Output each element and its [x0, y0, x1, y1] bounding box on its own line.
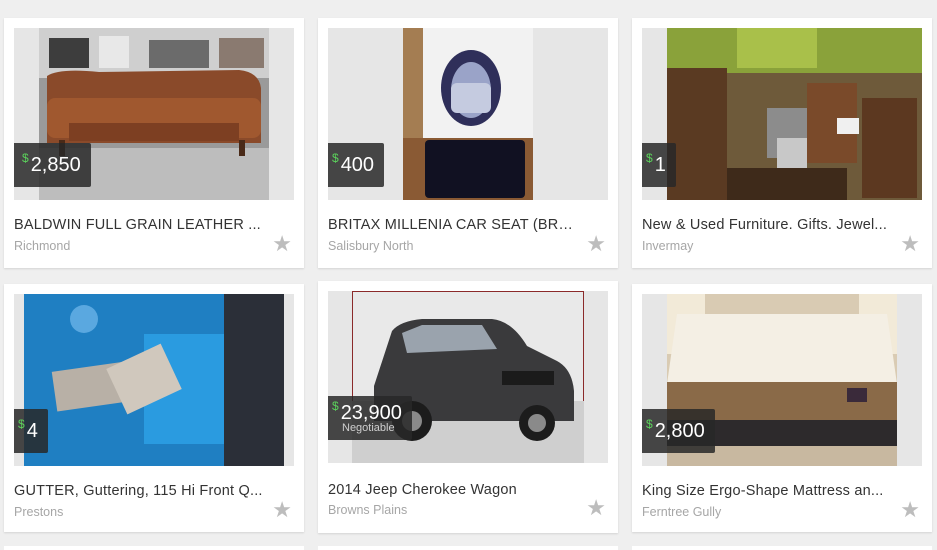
currency-symbol: $: [646, 417, 653, 431]
furniture-store-photo: [667, 28, 922, 200]
star-icon[interactable]: ★: [272, 233, 292, 255]
listing-image[interactable]: $ 400: [328, 28, 608, 200]
price-badge: $ 4: [14, 409, 48, 453]
price-amount: 2,850: [30, 153, 81, 176]
currency-symbol: $: [18, 417, 25, 431]
currency-symbol: $: [646, 151, 653, 165]
star-icon[interactable]: ★: [900, 233, 920, 255]
listing-title[interactable]: New & Used Furniture. Gifts. Jewel...: [642, 217, 892, 233]
listing-card[interactable]: $ 400 BRITAX MILLENIA CAR SEAT (BRA... S…: [318, 18, 618, 268]
listing-location: Ferntree Gully: [642, 505, 722, 519]
next-row-card-edge: [4, 546, 304, 550]
currency-symbol: $: [22, 151, 29, 165]
next-row-card-edge: [318, 546, 618, 550]
car-seat-photo: [403, 28, 533, 200]
listing-title[interactable]: 2014 Jeep Cherokee Wagon: [328, 482, 578, 498]
listing-title[interactable]: GUTTER, Guttering, 115 Hi Front Q...: [14, 483, 264, 499]
next-row-card-edge: [632, 546, 932, 550]
listing-card[interactable]: $ 4 GUTTER, Guttering, 115 Hi Front Q...…: [4, 284, 304, 532]
price-badge: $ 2,850: [14, 143, 91, 187]
price-amount: 400: [340, 153, 375, 176]
price-amount: 4: [26, 419, 38, 442]
currency-symbol: $: [332, 151, 339, 165]
star-icon[interactable]: ★: [586, 497, 606, 519]
listing-card[interactable]: $ 2,850 BALDWIN FULL GRAIN LEATHER ... R…: [4, 18, 304, 268]
listing-image[interactable]: $ 1: [642, 28, 922, 200]
listing-title[interactable]: BALDWIN FULL GRAIN LEATHER ...: [14, 217, 264, 233]
price-amount: 23,900: [340, 401, 402, 424]
star-icon[interactable]: ★: [272, 499, 292, 521]
listing-location: Invermay: [642, 239, 694, 253]
listing-image[interactable]: $ 4: [14, 294, 294, 466]
negotiable-label: Negotiable: [342, 421, 395, 434]
gutter-photo: [24, 294, 284, 466]
listing-location: Richmond: [14, 239, 71, 253]
listing-location: Salisbury North: [328, 239, 414, 253]
listing-image[interactable]: $ 23,900 Negotiable: [328, 291, 608, 463]
price-amount: 2,800: [654, 419, 705, 442]
price-badge: $ 1: [642, 143, 676, 187]
listing-title[interactable]: BRITAX MILLENIA CAR SEAT (BRA...: [328, 217, 578, 233]
star-icon[interactable]: ★: [900, 499, 920, 521]
price-badge: $ 2,800: [642, 409, 715, 453]
listing-location: Browns Plains: [328, 503, 408, 517]
listing-image[interactable]: $ 2,850: [14, 28, 294, 200]
listing-card[interactable]: $ 1 New & Used Furniture. Gifts. Jewel..…: [632, 18, 932, 268]
price-badge: $ 23,900 Negotiable: [328, 396, 412, 440]
star-icon[interactable]: ★: [586, 233, 606, 255]
listing-image[interactable]: $ 2,800: [642, 294, 922, 466]
listing-card[interactable]: $ 2,800 King Size Ergo-Shape Mattress an…: [632, 284, 932, 532]
price-amount: 1: [654, 153, 666, 176]
currency-symbol: $: [332, 398, 339, 413]
listing-title[interactable]: King Size Ergo-Shape Mattress an...: [642, 483, 892, 499]
listing-card[interactable]: $ 23,900 Negotiable 2014 Jeep Cherokee W…: [318, 281, 618, 533]
listing-location: Prestons: [14, 505, 64, 519]
price-badge: $ 400: [328, 143, 385, 187]
